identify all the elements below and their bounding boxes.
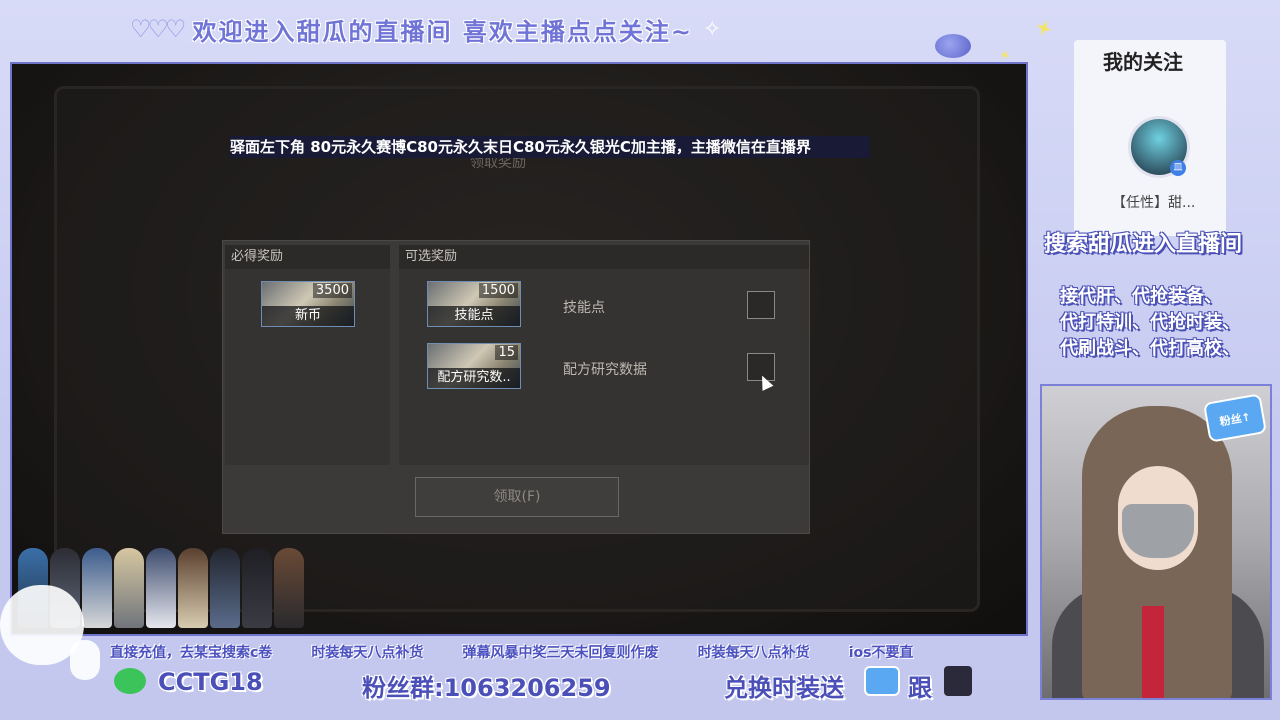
gift-icon	[944, 666, 972, 696]
webcam-subject-tie	[1142, 606, 1164, 698]
reward-item-coin[interactable]: 3500 新币	[261, 281, 355, 327]
follow-text: 跟	[908, 674, 932, 702]
required-rewards-panel: 必得奖励	[225, 245, 390, 465]
welcome-text: 欢迎进入甜瓜的直播间 喜欢主播点点关注~	[192, 17, 694, 46]
planet-icon	[935, 34, 971, 58]
item-name: 新币	[262, 306, 354, 326]
character-figure	[146, 548, 176, 628]
character-figure	[210, 548, 240, 628]
level-badge: 皿	[1170, 160, 1186, 176]
marquee-item: ios不要直	[848, 645, 914, 660]
bunny-decoration	[70, 640, 100, 680]
option-label-skill-point: 技能点	[563, 300, 605, 316]
search-banner: 搜索甜瓜进入直播间	[1044, 232, 1243, 257]
webcam-subject-mask	[1122, 504, 1194, 558]
character-figure	[114, 548, 144, 628]
scrolling-ticker: 驿面左下角 80元永久赛博C80元永久末日C80元永久银光C加主播，主播微信在直…	[230, 136, 870, 158]
checkbox-skill-point[interactable]	[747, 291, 775, 319]
gift-icon	[864, 666, 900, 696]
claim-button[interactable]: 领取(F)	[415, 477, 619, 517]
follow-title: 我的关注	[1103, 50, 1183, 74]
ticker-text: 驿面左下角 80元永久赛博C80元永久末日C80元永久银光C加主播，主播微信在直…	[230, 138, 811, 156]
required-rewards-header: 必得奖励	[225, 245, 390, 269]
service-line: 代刷战斗、代打高校、	[1060, 338, 1240, 359]
exchange-text: 兑换时装送	[724, 674, 844, 702]
item-count: 3500	[312, 283, 352, 298]
follow-name: 【任性】甜...	[1112, 195, 1196, 211]
item-count: 15	[495, 345, 518, 360]
sparkle-icon: ✧	[703, 16, 722, 42]
marquee-item: 弹幕风暴中奖三天未回复则作废	[462, 645, 659, 660]
marquee-item: 直接充值，去某宝搜索c卷	[110, 645, 273, 660]
reward-item-recipe-data[interactable]: 15 配方研究数..	[427, 343, 521, 389]
bottom-marquee: 直接充值，去某宝搜索c卷 时装每天八点补货 弹幕风暴中奖三天未回复则作废 时装每…	[110, 642, 972, 660]
item-name: 配方研究数..	[428, 368, 520, 388]
character-figure	[274, 548, 304, 628]
top-banner: ♡♡♡ 欢迎进入甜瓜的直播间 喜欢主播点点关注~ ✧	[130, 12, 721, 46]
service-line: 接代肝、代抢装备、	[1060, 286, 1222, 307]
wechat-id: CCTG18	[158, 668, 263, 696]
item-count: 1500	[478, 283, 518, 298]
character-figure	[82, 548, 112, 628]
marquee-item: 时装每天八点补货	[311, 645, 424, 660]
character-figure	[178, 548, 208, 628]
character-figure	[242, 548, 272, 628]
fan-group: 粉丝群:1063206259	[362, 674, 611, 702]
optional-rewards-header: 可选奖励	[399, 245, 809, 269]
option-label-recipe-data: 配方研究数据	[563, 362, 647, 378]
hearts-icon: ♡♡♡	[130, 15, 187, 43]
wechat-icon	[114, 668, 146, 694]
item-name: 技能点	[428, 306, 520, 326]
reward-dialog: 必得奖励 可选奖励 3500 新币 1500 技能点 技能点 15 配方研究数.…	[222, 240, 810, 534]
reward-item-skill-point[interactable]: 1500 技能点	[427, 281, 521, 327]
marquee-item: 时装每天八点补货	[697, 645, 810, 660]
service-line: 代打特训、代抢时装、	[1060, 312, 1240, 333]
